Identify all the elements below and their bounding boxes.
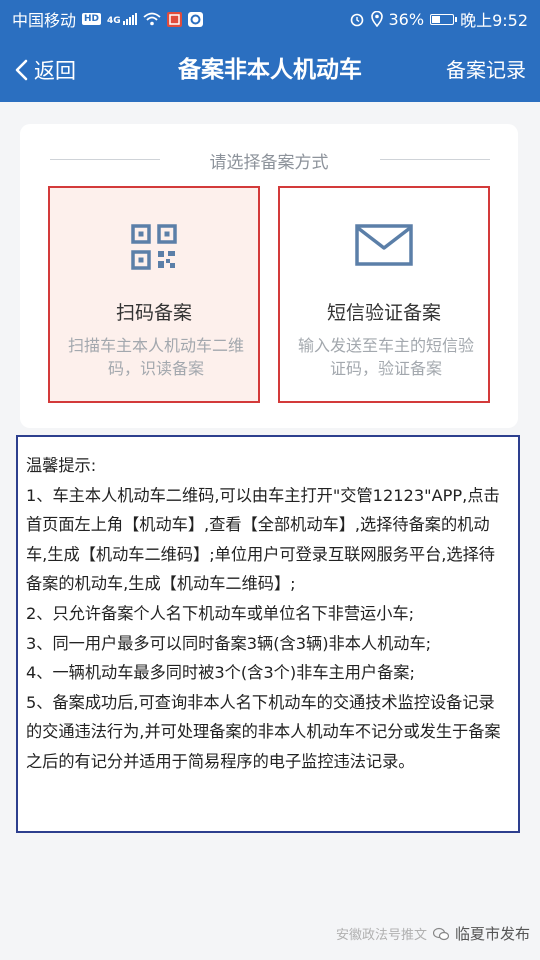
carrier-label: 中国移动 <box>12 11 77 30</box>
battery-icon <box>430 13 458 25</box>
notification-app-icon <box>187 11 203 27</box>
tips-title: 温馨提示: <box>26 456 97 475</box>
tip-item: 1、车主本人机动车二维码,可以由车主打开"交管12123"APP,点击首页面左上… <box>26 485 500 594</box>
tip-item: 3、同一用户最多可以同时备案3辆(含3辆)非本人机动车; <box>26 633 432 653</box>
tip-item: 5、备案成功后,可查询非本人名下机动车的交通技术监控设备记录的交通违法行为,并可… <box>26 692 501 771</box>
watermark-source: 安徽政法号推文 <box>335 928 427 943</box>
wechat-icon <box>432 927 449 940</box>
tip-item: 4、一辆机动车最多同时被3个(含3个)非车主用户备案; <box>26 663 415 683</box>
status-bar: 中国移动 HD 4G 36% 晚上9:52 <box>0 0 540 38</box>
tip-item: 2、只允许备案个人名下机动车或单位名下非营运小车; <box>26 603 415 623</box>
app-icon <box>166 11 182 27</box>
watermark: 安徽政法号推文 临夏市发布 <box>336 923 530 944</box>
chevron-left-icon <box>15 59 28 81</box>
battery-percent: 36% <box>388 9 425 29</box>
back-label: 返回 <box>34 59 76 83</box>
records-button[interactable]: 备案记录 <box>446 38 526 102</box>
sms-verify-option[interactable]: 短信验证备案 输入发送至车主的短信验证码，验证备案 <box>278 186 490 403</box>
tips-panel: 温馨提示: 1、车主本人机动车二维码,可以由车主打开"交管12123"APP,点… <box>16 435 520 833</box>
divider-right <box>380 159 490 160</box>
signal-icon <box>122 13 137 25</box>
network-label: 4G <box>107 16 121 26</box>
watermark-text: 临夏市发布 <box>454 925 530 943</box>
location-icon <box>370 11 383 27</box>
wifi-icon <box>143 12 161 26</box>
scan-option-name: 扫码备案 <box>115 302 192 324</box>
back-button[interactable]: 返回 <box>14 38 76 102</box>
method-selector-card: 请选择备案方式 扫码备案 扫描车主本人机动车二维码，识读备案 短信验证备案 输入… <box>20 124 518 428</box>
nav-bar: 返回 备案非本人机动车 备案记录 <box>0 38 540 102</box>
scan-code-option[interactable]: 扫码备案 扫描车主本人机动车二维码，识读备案 <box>48 186 260 403</box>
alarm-icon <box>350 13 363 27</box>
envelope-icon <box>355 224 413 266</box>
clock: 晚上9:52 <box>460 11 528 30</box>
sms-option-desc: 输入发送至车主的短信验证码，验证备案 <box>297 336 474 378</box>
selector-heading: 请选择备案方式 <box>209 153 329 173</box>
scan-option-desc: 扫描车主本人机动车二维码，识读备案 <box>67 336 244 378</box>
sms-option-name: 短信验证备案 <box>326 302 441 324</box>
qr-code-icon <box>131 224 177 270</box>
hd-badge: HD <box>82 13 102 25</box>
